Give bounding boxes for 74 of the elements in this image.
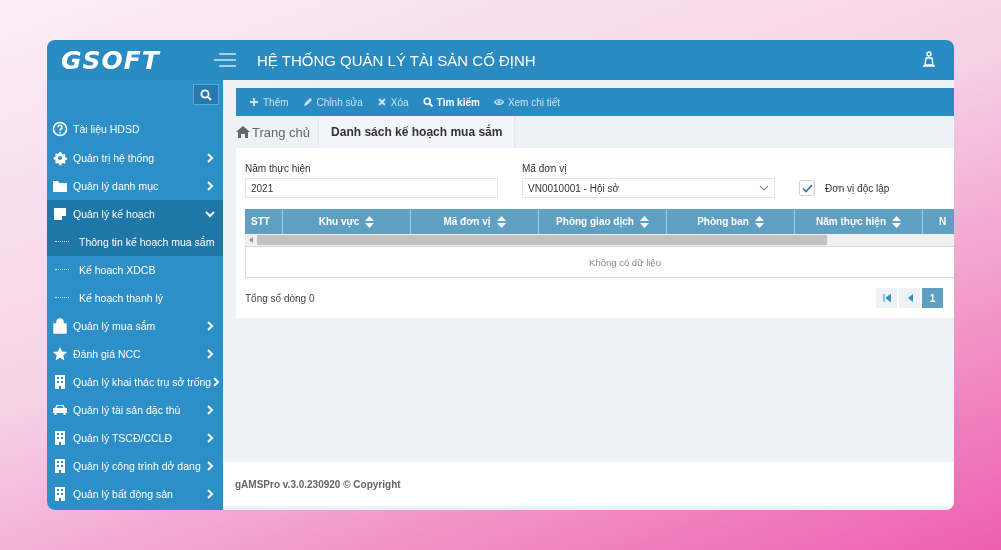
- row-count: Tổng số dòng 0: [245, 292, 315, 304]
- sidebar-item[interactable]: Tài liệu HDSD: [47, 114, 223, 144]
- sidebar-item[interactable]: Quản trị hệ thống: [47, 144, 223, 172]
- field-label: Mã đơn vị: [522, 163, 568, 174]
- sidebar-item[interactable]: Quản lý bất động sản: [47, 480, 223, 508]
- sort-icon: [639, 215, 649, 228]
- chevron-down-icon: [205, 209, 215, 219]
- previous-page-icon: [906, 294, 913, 302]
- sort-icon: [365, 215, 375, 228]
- chevron-right-icon: [205, 349, 215, 359]
- chevron-right-icon: [205, 433, 215, 443]
- previous-page-button[interactable]: [899, 288, 920, 308]
- building-icon: [52, 458, 68, 474]
- help-icon: [52, 121, 68, 137]
- sidebar-item[interactable]: Quản lý khai thác trụ sở trống: [47, 368, 223, 396]
- pencil-icon: [302, 97, 313, 107]
- submenu-item[interactable]: Thông tin kế hoạch mua sắm: [47, 228, 223, 256]
- search-button[interactable]: [193, 84, 219, 105]
- page-tab[interactable]: Danh sách kế hoạch mua sắm: [319, 116, 516, 148]
- building-icon: [52, 430, 68, 446]
- chevron-right-icon: [205, 321, 215, 331]
- checkbox-label: Đơn vị độc lập: [825, 182, 890, 194]
- empty-message: Không có dữ liệu: [245, 246, 954, 278]
- menu-icon[interactable]: [214, 53, 236, 67]
- checkbox[interactable]: [799, 180, 815, 196]
- toolbar-button[interactable]: Thêm: [242, 96, 296, 108]
- horizontal-scrollbar[interactable]: [245, 234, 954, 246]
- note-icon: [52, 206, 68, 222]
- star-icon: [52, 346, 68, 362]
- first-page-icon: [882, 294, 891, 302]
- sidebar-item[interactable]: Quản lý mua sắm: [47, 312, 223, 340]
- chevron-right-icon: [211, 377, 222, 387]
- chevron-right-icon: [205, 461, 215, 471]
- first-page-button[interactable]: [876, 288, 897, 308]
- plus-icon: [249, 97, 259, 107]
- sidebar-item[interactable]: Quản lý công trình dở dang: [47, 452, 223, 480]
- chevron-down-icon: [759, 185, 769, 191]
- toolbar-button[interactable]: Chỉnh sửa: [295, 96, 370, 108]
- toolbar-button[interactable]: Xóa: [369, 96, 416, 108]
- year-input[interactable]: 2021: [245, 178, 498, 198]
- eye-icon: [493, 97, 504, 107]
- sidebar-item[interactable]: Quản lý tài sản đặc thù: [47, 396, 223, 424]
- sidebar-item[interactable]: Quản lý kế hoạch: [47, 200, 223, 228]
- field-label: Năm thực hiện: [245, 163, 312, 174]
- chevron-right-icon: [205, 153, 215, 163]
- chevron-right-icon: [205, 181, 215, 191]
- logo-text: GSOFT: [61, 45, 160, 75]
- building-icon: [52, 486, 68, 502]
- toolbar-button[interactable]: Xem chi tiết: [486, 96, 568, 108]
- toolbar-button[interactable]: Tìm kiếm: [415, 96, 487, 108]
- car-icon: [52, 402, 68, 418]
- submenu-item[interactable]: Kế hoạch XDCB: [47, 256, 223, 284]
- bag-icon: [52, 318, 68, 334]
- copyright-text: gAMSPro v.3.0.230920 © Copyright: [235, 478, 401, 490]
- building-icon: [52, 374, 68, 390]
- home-icon: [236, 126, 250, 138]
- sort-icon: [892, 215, 901, 228]
- unit-select[interactable]: VN0010001 - Hội sở: [522, 178, 775, 198]
- submenu-item[interactable]: Kế hoạch thanh lý: [47, 284, 223, 312]
- gear-icon: [52, 150, 68, 166]
- sort-icon: [496, 215, 506, 228]
- chevron-right-icon: [205, 489, 215, 499]
- search-icon: [200, 88, 212, 101]
- chevron-right-icon: [205, 405, 215, 415]
- app-title: HỆ THỐNG QUẢN LÝ TÀI SẢN CỐ ĐỊNH: [257, 51, 537, 69]
- sort-icon: [754, 215, 764, 228]
- sidebar-item[interactable]: Quản lý TSCĐ/CCLĐ: [47, 424, 223, 452]
- folder-icon: [52, 178, 68, 194]
- page-button[interactable]: 1: [922, 288, 943, 308]
- x-icon: [376, 97, 387, 107]
- sidebar-item[interactable]: Đánh giá NCC: [47, 340, 223, 368]
- search-icon: [422, 97, 433, 107]
- sidebar-item[interactable]: Quản lý danh mục: [47, 172, 223, 200]
- scroll-left-icon[interactable]: [249, 237, 253, 243]
